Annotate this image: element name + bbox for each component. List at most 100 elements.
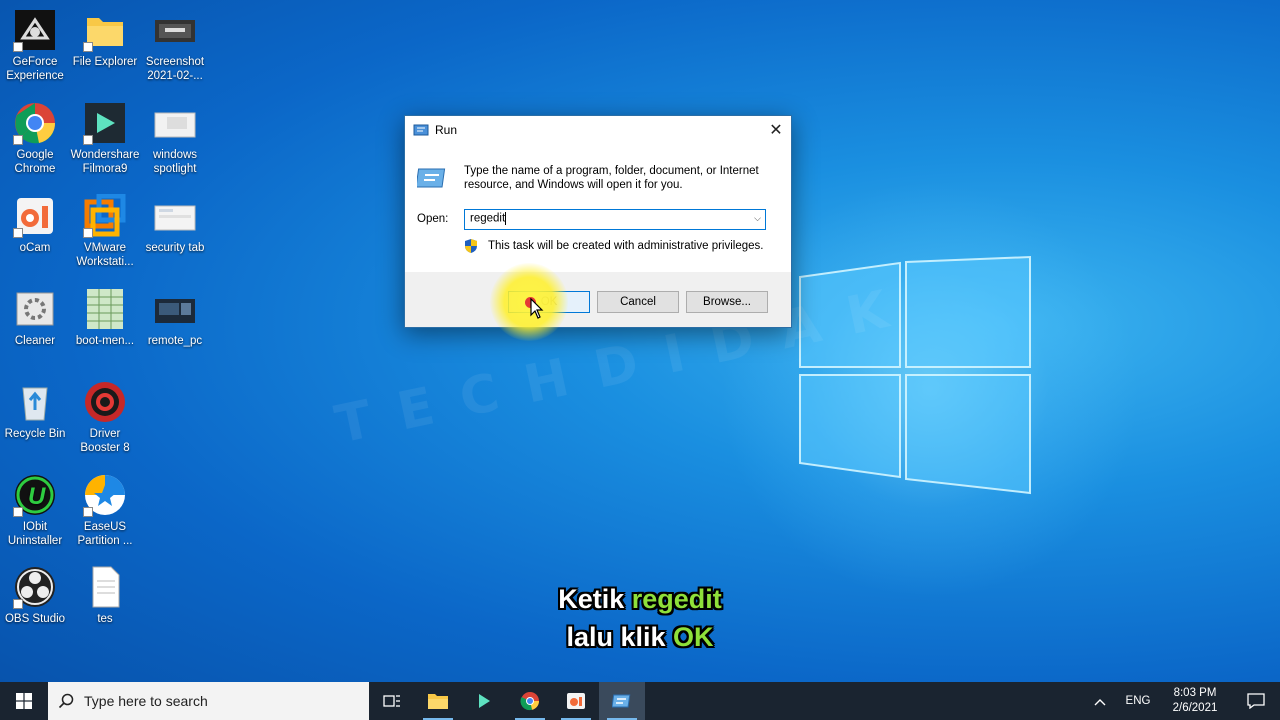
- caption-line-1: Ketik regedit: [0, 584, 1280, 615]
- filmora-icon: [83, 101, 127, 145]
- driver-booster-icon: [83, 380, 127, 424]
- desktop-icon-filmora[interactable]: Wondershare Filmora9: [70, 101, 140, 176]
- desktop-icon-label: security tab: [145, 242, 205, 254]
- desktop-icon-vmware[interactable]: VMware Workstati...: [70, 193, 140, 269]
- task-view-button[interactable]: [369, 682, 415, 720]
- ocam-icon: [13, 194, 57, 238]
- easeus-icon: [83, 473, 127, 517]
- iobit-uninstaller-icon: U: [13, 473, 57, 517]
- windows-start-icon: [16, 693, 32, 709]
- desktop-icon-windows-spotlight[interactable]: windows spotlight: [140, 101, 210, 176]
- image-file-icon: [153, 287, 197, 331]
- desktop-icon-label: Driver Booster 8: [80, 428, 130, 454]
- desktop-icon-cleaner[interactable]: Cleaner: [0, 287, 70, 348]
- desktop-icon-screenshot[interactable]: Screenshot 2021-02-...: [140, 8, 210, 83]
- run-icon: [612, 694, 631, 708]
- desktop-icon-label: Screenshot 2021-02-...: [145, 56, 205, 82]
- spreadsheet-file-icon: [83, 287, 127, 331]
- desktop-icon-driver-booster[interactable]: Driver Booster 8: [70, 380, 140, 455]
- desktop-icon-label: VMware Workstati...: [76, 242, 134, 268]
- clock-time: 8:03 PM: [1173, 687, 1217, 699]
- desktop-icon-label: Cleaner: [14, 335, 56, 347]
- caption-highlight: regedit: [631, 584, 722, 614]
- taskbar-chrome[interactable]: [507, 682, 553, 720]
- chrome-icon: [13, 101, 57, 145]
- close-button[interactable]: ✕: [761, 116, 791, 144]
- show-hidden-icons-button[interactable]: [1088, 694, 1112, 709]
- desktop-icon-label: remote_pc: [147, 335, 203, 347]
- cleaner-icon: [13, 287, 57, 331]
- desktop-icon-geforce[interactable]: GeForce Experience: [0, 8, 70, 83]
- caption-line-2: lalu klik OK: [0, 622, 1280, 653]
- start-button[interactable]: [0, 682, 48, 720]
- desktop-icon-label: IObit Uninstaller: [7, 521, 63, 547]
- run-description: Type the name of a program, folder, docu…: [464, 165, 759, 191]
- search-icon: [58, 693, 74, 709]
- svg-text:U: U: [28, 483, 46, 510]
- open-input-value: regedit: [470, 212, 506, 225]
- image-file-icon: [153, 101, 197, 145]
- chevron-down-icon[interactable]: ⌵: [754, 213, 761, 224]
- close-icon: ✕: [769, 122, 783, 139]
- taskbar-run[interactable]: [599, 682, 645, 720]
- caption-highlight: OK: [673, 622, 714, 652]
- chrome-icon: [520, 692, 540, 711]
- cancel-button[interactable]: Cancel: [597, 291, 679, 313]
- desktop-icon-recycle-bin[interactable]: Recycle Bin: [0, 380, 70, 441]
- desktop-icon-label: oCam: [19, 242, 51, 254]
- run-title: Run: [435, 123, 458, 137]
- vmware-icon: [83, 193, 127, 238]
- clock[interactable]: 8:03 PM 2/6/2021: [1158, 686, 1232, 716]
- filmora-icon: [479, 694, 490, 708]
- caption-text: Ketik: [558, 584, 632, 614]
- chevron-up-icon: [1094, 698, 1106, 705]
- mouse-cursor-icon: [530, 298, 544, 319]
- browse-button-label: Browse...: [703, 296, 751, 308]
- desktop-icon-easeus[interactable]: EaseUS Partition ...: [70, 473, 140, 548]
- desktop-icon-chrome[interactable]: Google Chrome: [0, 101, 70, 176]
- open-input[interactable]: regedit ⌵: [464, 209, 766, 230]
- desktop-icon-ocam[interactable]: oCam: [0, 194, 70, 255]
- open-label: Open:: [417, 213, 449, 225]
- desktop-icon-iobit[interactable]: U IObit Uninstaller: [0, 473, 70, 548]
- taskbar-filmora[interactable]: [461, 682, 507, 720]
- desktop-icon-file-explorer[interactable]: File Explorer: [70, 8, 140, 69]
- language-indicator[interactable]: ENG: [1118, 695, 1158, 707]
- taskbar-ocam[interactable]: [553, 682, 599, 720]
- system-tray: ENG 8:03 PM 2/6/2021: [1088, 682, 1280, 720]
- file-explorer-icon: [428, 694, 448, 709]
- desktop-icon-label: Google Chrome: [14, 149, 56, 175]
- taskbar: Type here to search ENG 8:03 PM 2/6/2021: [0, 682, 1280, 720]
- admin-note: This task will be created with administr…: [488, 240, 764, 252]
- image-file-icon: [153, 194, 197, 238]
- cancel-button-label: Cancel: [620, 296, 656, 308]
- recycle-bin-icon: [13, 380, 57, 424]
- desktop-icon-label: Wondershare Filmora9: [70, 149, 140, 175]
- desktop-icon-label: boot-men...: [75, 335, 135, 347]
- desktop-icon-label: File Explorer: [72, 56, 138, 68]
- desktop-icon-label: Recycle Bin: [4, 428, 66, 440]
- search-placeholder: Type here to search: [84, 693, 208, 709]
- taskbar-file-explorer[interactable]: [415, 682, 461, 720]
- task-view-icon: [383, 695, 400, 707]
- text-caret: [505, 212, 507, 225]
- desktop-icon-boot-menu[interactable]: boot-men...: [70, 287, 140, 348]
- geforce-icon: [13, 8, 57, 52]
- action-center-button[interactable]: [1232, 693, 1280, 709]
- run-app-icon: [417, 168, 446, 188]
- caption-text: lalu klik: [566, 622, 674, 652]
- browse-button[interactable]: Browse...: [686, 291, 768, 313]
- run-titlebar[interactable]: Run ✕: [405, 116, 791, 144]
- desktop-icon-label: EaseUS Partition ...: [77, 521, 133, 547]
- run-dialog: Run ✕ Type the name of a program, folder…: [404, 115, 792, 328]
- shield-icon: [465, 239, 477, 253]
- run-icon: [413, 124, 429, 136]
- run-body: Type the name of a program, folder, docu…: [405, 144, 791, 272]
- screenshot-file-icon: [153, 8, 197, 52]
- clock-date: 2/6/2021: [1172, 702, 1218, 714]
- notification-icon: [1247, 693, 1265, 709]
- desktop-icon-remote-pc[interactable]: remote_pc: [140, 287, 210, 348]
- desktop-icon-security-tab[interactable]: security tab: [140, 194, 210, 255]
- desktop-icon-label: windows spotlight: [152, 149, 198, 175]
- search-box[interactable]: Type here to search: [48, 682, 369, 720]
